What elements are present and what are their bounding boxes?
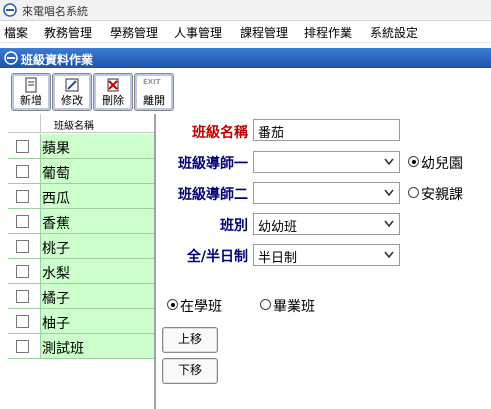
menu-courses[interactable]: 課程管理 bbox=[240, 24, 288, 41]
list-item[interactable]: 桃子 bbox=[8, 234, 154, 259]
row-checkbox[interactable] bbox=[16, 340, 29, 353]
row-checkbox[interactable] bbox=[16, 190, 29, 203]
row-checkbox[interactable] bbox=[16, 315, 29, 328]
teacher1-select[interactable] bbox=[253, 151, 400, 173]
chevron-down-icon bbox=[384, 220, 394, 228]
class-list-header: 班級名稱 bbox=[8, 114, 154, 133]
panel-header: 班級資料作業 bbox=[0, 48, 491, 68]
list-item-label: 香蕉 bbox=[42, 216, 70, 232]
list-item[interactable]: 柚子 bbox=[8, 309, 154, 334]
new-icon bbox=[25, 77, 37, 93]
teacher2-label: 班級導師二 bbox=[178, 187, 248, 203]
list-item-label: 測試班 bbox=[42, 341, 84, 357]
radio-unselected-icon bbox=[260, 299, 271, 310]
type-kindergarten-radio[interactable]: 幼兒園 bbox=[408, 154, 488, 172]
exit-button-label: 離開 bbox=[143, 94, 165, 107]
row-checkbox[interactable] bbox=[16, 215, 29, 228]
app-icon bbox=[3, 3, 17, 17]
type-daycare-label: 安親課 bbox=[421, 187, 463, 203]
list-item-label: 蘋果 bbox=[42, 141, 70, 157]
window-title: 來電唱名系統 bbox=[22, 5, 88, 18]
toolbar: 新增 修改 刪除 EXIT 離開 bbox=[0, 68, 491, 112]
menu-student-affairs[interactable]: 學務管理 bbox=[110, 24, 158, 41]
menu-academic[interactable]: 教務管理 bbox=[44, 24, 92, 41]
schedule-value: 半日制 bbox=[258, 251, 298, 266]
chevron-down-icon bbox=[384, 251, 394, 259]
status-active-label: 在學班 bbox=[180, 299, 222, 315]
list-item-label: 柚子 bbox=[42, 316, 70, 332]
list-item-label: 桃子 bbox=[42, 241, 70, 257]
edit-icon bbox=[65, 78, 79, 92]
edit-button-label: 修改 bbox=[61, 94, 83, 107]
class-form: 班級名稱 番茄 班級導師一 幼兒園 班級導師二 安親課 班別 幼幼班 全/半日制… bbox=[158, 114, 491, 409]
teacher2-select[interactable] bbox=[253, 182, 400, 204]
list-item-label: 橘子 bbox=[42, 291, 70, 307]
category-label: 班別 bbox=[220, 218, 248, 234]
panel-icon bbox=[4, 51, 18, 65]
chevron-down-icon bbox=[384, 189, 394, 197]
exit-button[interactable]: EXIT 離開 bbox=[134, 73, 174, 111]
list-item-label: 西瓜 bbox=[42, 191, 70, 207]
status-graduated-label: 畢業班 bbox=[273, 299, 315, 315]
schedule-label: 全/半日制 bbox=[186, 249, 248, 265]
row-checkbox[interactable] bbox=[16, 140, 29, 153]
radio-unselected-icon bbox=[408, 187, 419, 198]
list-item-label: 葡萄 bbox=[42, 166, 70, 182]
exit-icon: EXIT bbox=[143, 78, 161, 86]
category-value: 幼幼班 bbox=[258, 220, 298, 235]
type-daycare-radio[interactable]: 安親課 bbox=[408, 185, 488, 203]
edit-button[interactable]: 修改 bbox=[52, 73, 92, 111]
list-item-label: 水梨 bbox=[42, 266, 70, 282]
chevron-down-icon bbox=[384, 158, 394, 166]
panel-title: 班級資料作業 bbox=[21, 53, 94, 67]
list-item[interactable]: 橘子 bbox=[8, 284, 154, 309]
row-checkbox[interactable] bbox=[16, 265, 29, 278]
list-item[interactable]: 蘋果 bbox=[8, 134, 154, 159]
radio-selected-icon bbox=[408, 156, 419, 167]
delete-button-label: 刪除 bbox=[102, 94, 124, 107]
move-down-button[interactable]: 下移 bbox=[162, 358, 218, 384]
class-name-input[interactable]: 番茄 bbox=[253, 119, 400, 141]
window-titlebar: 來電唱名系統 bbox=[0, 0, 491, 21]
status-active-radio[interactable]: 在學班 bbox=[167, 297, 247, 315]
type-kindergarten-label: 幼兒園 bbox=[421, 156, 463, 172]
row-checkbox[interactable] bbox=[16, 240, 29, 253]
list-item[interactable]: 香蕉 bbox=[8, 209, 154, 234]
schedule-select[interactable]: 半日制 bbox=[253, 244, 400, 266]
delete-icon bbox=[107, 78, 119, 92]
list-item[interactable]: 西瓜 bbox=[8, 184, 154, 209]
class-list: 班級名稱 蘋果 葡萄 西瓜 香蕉 桃子 水梨 橘子 柚子 測試班 bbox=[8, 114, 156, 409]
class-name-label: 班級名稱 bbox=[192, 125, 248, 141]
row-checkbox[interactable] bbox=[16, 290, 29, 303]
row-checkbox[interactable] bbox=[16, 165, 29, 178]
status-graduated-radio[interactable]: 畢業班 bbox=[260, 297, 340, 315]
class-name-column-header: 班級名稱 bbox=[54, 121, 94, 132]
menu-file[interactable]: 檔案 bbox=[4, 24, 28, 41]
menu-bar: 檔案 教務管理 學務管理 人事管理 課程管理 排程作業 系統設定 bbox=[0, 21, 491, 43]
menu-settings[interactable]: 系統設定 bbox=[370, 24, 418, 41]
radio-selected-icon bbox=[167, 299, 178, 310]
menu-personnel[interactable]: 人事管理 bbox=[174, 24, 222, 41]
category-select[interactable]: 幼幼班 bbox=[253, 213, 400, 235]
list-item[interactable]: 測試班 bbox=[8, 334, 154, 359]
new-button[interactable]: 新增 bbox=[11, 73, 51, 111]
move-up-button[interactable]: 上移 bbox=[162, 327, 218, 353]
list-item[interactable]: 水梨 bbox=[8, 259, 154, 284]
list-item[interactable]: 葡萄 bbox=[8, 159, 154, 184]
menu-scheduling[interactable]: 排程作業 bbox=[304, 24, 352, 41]
delete-button[interactable]: 刪除 bbox=[93, 73, 133, 111]
teacher1-label: 班級導師一 bbox=[178, 156, 248, 172]
checkbox-column-header bbox=[8, 114, 41, 132]
new-button-label: 新增 bbox=[20, 94, 42, 107]
